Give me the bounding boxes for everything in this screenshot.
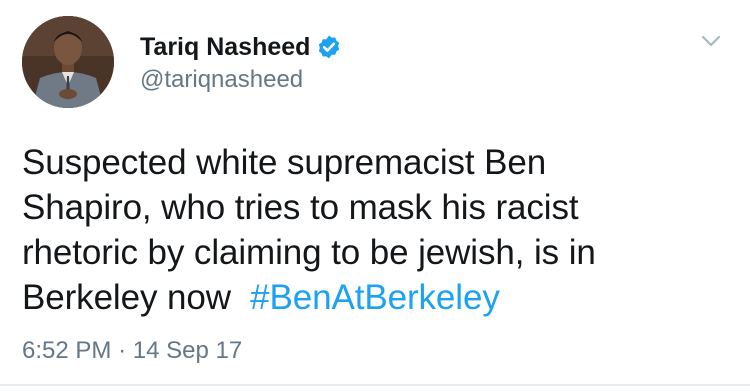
tweet-date: 14 Sep 17: [132, 337, 243, 364]
avatar[interactable]: [22, 16, 114, 108]
divider: [0, 384, 750, 386]
chevron-down-icon[interactable]: [700, 30, 722, 52]
tweet-timestamp[interactable]: 6:52 PM · 14 Sep 17: [22, 337, 242, 365]
author-handle[interactable]: @tariqnasheed: [140, 66, 303, 94]
timestamp-separator: ·: [118, 337, 127, 364]
tweet-text-fragment: Berkeley now: [22, 278, 231, 317]
tweet-text-line: Suspected white supremacist Ben: [22, 143, 547, 182]
hashtag-link[interactable]: #BenAtBerkeley: [250, 278, 500, 317]
tweet-time: 6:52 PM: [22, 337, 112, 364]
verified-badge-icon: [316, 34, 342, 60]
tweet-text-line: rhetoric by claiming to be jewish, is in: [22, 233, 596, 272]
tweet-card: Tariq Nasheed @tariqnasheed Suspected wh…: [0, 0, 750, 391]
tweet-text-line: Shapiro, who tries to mask his racist: [22, 188, 579, 227]
display-name[interactable]: Tariq Nasheed: [140, 33, 310, 62]
author-name-row[interactable]: Tariq Nasheed: [140, 30, 342, 64]
avatar-image: [22, 16, 114, 108]
tweet-text-line-last: Berkeley now #BenAtBerkeley: [22, 275, 722, 320]
tweet-text: Suspected white supremacist Ben Shapiro,…: [22, 140, 722, 320]
